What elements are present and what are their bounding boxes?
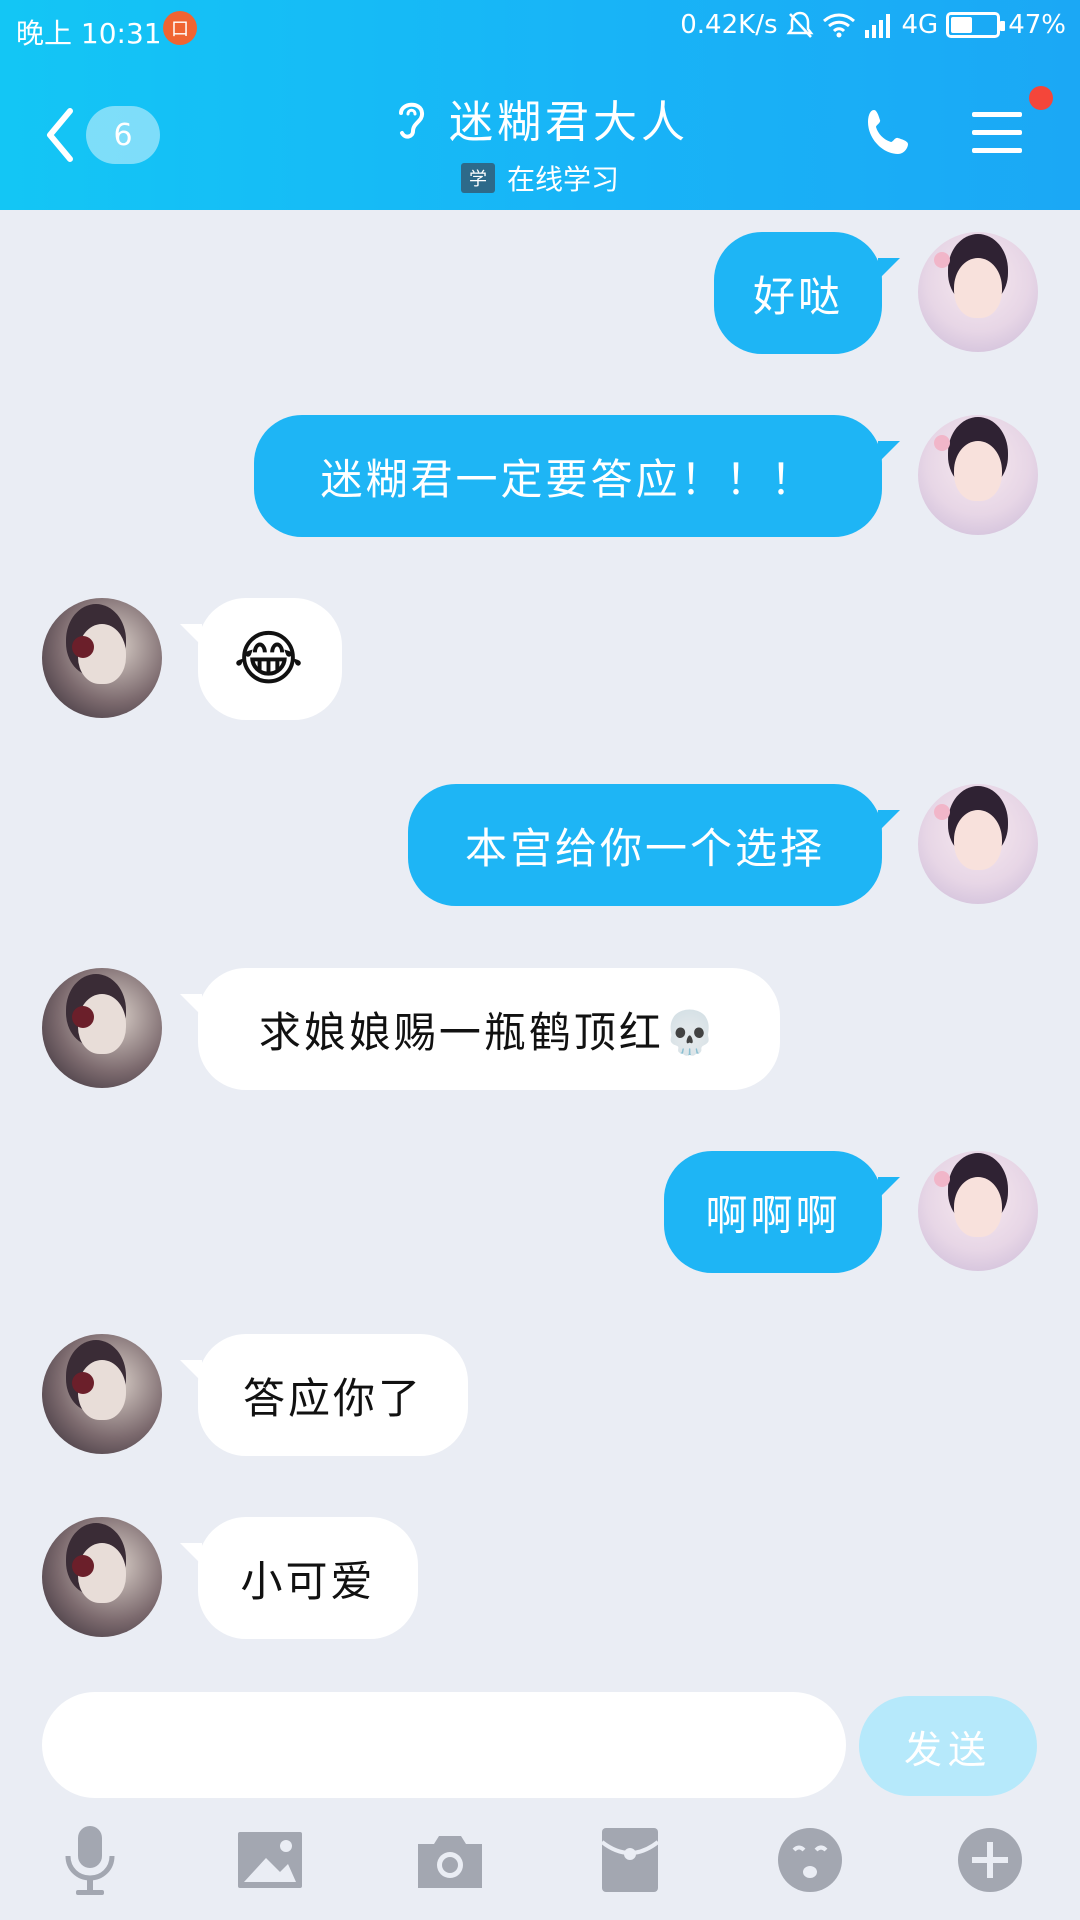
menu-icon[interactable] (970, 108, 1024, 158)
my-avatar[interactable] (918, 1151, 1038, 1271)
my-avatar[interactable] (918, 232, 1038, 352)
status-right: 0.42K/s 4G 47% (680, 10, 1066, 40)
battery-percent: 47% (1008, 10, 1066, 40)
status-line: 学 在线学习 (0, 158, 1080, 198)
bubble-tail (878, 1177, 900, 1199)
notification-dot (1029, 86, 1053, 110)
message-text: 啊啊啊 (705, 1190, 841, 1240)
phone-icon[interactable] (860, 106, 916, 162)
my-avatar[interactable] (918, 415, 1038, 535)
net-speed: 0.42K/s (680, 10, 778, 40)
bubble-tail (878, 258, 900, 280)
emoji-icon[interactable] (770, 1820, 850, 1900)
contact-avatar[interactable] (42, 1517, 162, 1637)
message-bubble[interactable]: 😂 (198, 598, 342, 720)
battery-fill (951, 17, 972, 33)
status-bar: 晚上 10:31 口 0.42K/s 4G 47% (0, 0, 1080, 60)
signal-icon (864, 14, 890, 38)
wifi-icon (822, 13, 855, 38)
battery-icon (946, 12, 1006, 38)
network-type: 4G (901, 10, 939, 40)
app-notification-icon: 口 (163, 11, 197, 45)
bubble-tail (878, 810, 900, 832)
message-bubble[interactable]: 啊啊啊 (664, 1151, 882, 1273)
message-text: 求娘娘赐一瓶鹤顶红💀 (258, 1007, 720, 1057)
my-avatar[interactable] (918, 784, 1038, 904)
bubble-tail (878, 441, 900, 463)
message-input[interactable] (42, 1692, 846, 1798)
microphone-icon[interactable] (50, 1820, 130, 1900)
contact-avatar[interactable] (42, 1334, 162, 1454)
message-bubble[interactable]: 本宫给你一个选择 (408, 784, 882, 906)
tears-of-joy-emoji: 😂 (233, 624, 307, 694)
message-text: 小可爱 (240, 1556, 376, 1606)
message-text: 本宫给你一个选择 (464, 823, 825, 873)
send-button[interactable]: 发送 (859, 1696, 1037, 1796)
ear-icon (399, 102, 425, 139)
computer-icon: 学 (460, 163, 495, 193)
message-bubble[interactable]: 好哒 (714, 232, 882, 354)
plus-icon[interactable] (950, 1820, 1030, 1900)
message-bubble[interactable]: 迷糊君一定要答应！！！ (254, 415, 882, 537)
mute-bell-icon (786, 11, 813, 38)
contact-avatar[interactable] (42, 598, 162, 718)
online-status: 在线学习 (506, 163, 619, 196)
input-toolbar (0, 1820, 1080, 1910)
message-bubble[interactable]: 求娘娘赐一瓶鹤顶红💀 (198, 968, 780, 1090)
contact-avatar[interactable] (42, 968, 162, 1088)
chat-header: 晚上 10:31 口 0.42K/s 4G 47% 6 迷糊君大人 学 在线学习 (0, 0, 1080, 210)
message-bubble[interactable]: 小可爱 (198, 1517, 418, 1639)
chat-title-area[interactable]: 迷糊君大人 学 在线学习 (0, 86, 1080, 198)
red-packet-icon[interactable] (590, 1820, 670, 1900)
message-bubble[interactable]: 答应你了 (198, 1334, 468, 1456)
chat-title: 迷糊君大人 (449, 97, 689, 148)
message-text: 好哒 (752, 271, 843, 321)
camera-icon[interactable] (410, 1820, 490, 1900)
message-text: 答应你了 (242, 1373, 423, 1423)
image-icon[interactable] (230, 1820, 310, 1900)
status-time: 晚上 10:31 (16, 17, 162, 50)
message-text: 迷糊君一定要答应！！！ (320, 454, 816, 504)
